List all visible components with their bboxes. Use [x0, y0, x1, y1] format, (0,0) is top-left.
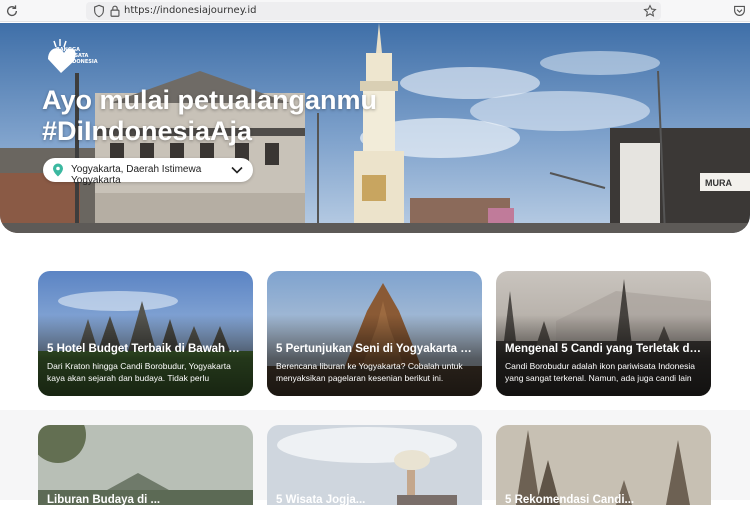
headline-line-1: Ayo mulai petualanganmu [42, 85, 378, 115]
chevron-down-icon [231, 166, 243, 174]
article-card[interactable]: 5 Wisata Jogja... [267, 425, 482, 505]
logo-text: BANGGA BERWISATA #DIINDONESIA [56, 47, 98, 65]
hero-headline: Ayo mulai petualanganmu #DiIndonesiaAja [42, 85, 377, 147]
headline-line-2: #DiIndonesiaAja [42, 116, 253, 146]
article-card[interactable]: 5 Hotel Budget Terbaik di Bawah 6... Dar… [38, 271, 253, 396]
card-image [38, 425, 253, 505]
hero-banner: MURA BANGGA BERWISATA #DIINDONESIA Ayo m… [0, 23, 750, 233]
card-description: Dari Kraton hingga Candi Borobudur, Yogy… [47, 361, 231, 383]
shield-icon[interactable] [92, 4, 106, 18]
article-card[interactable]: Liburan Budaya di ... [38, 425, 253, 505]
location-pin-icon [53, 163, 63, 177]
card-title[interactable]: 5 Pertunjukan Seni di Yogyakarta y... [276, 343, 473, 355]
location-label: Yogyakarta, Daerah Istimewa Yogyakarta [71, 164, 202, 186]
article-card[interactable]: 5 Rekomendasi Candi... [496, 425, 711, 505]
browser-toolbar: https://indonesiajourney.id [0, 0, 750, 22]
pocket-icon[interactable] [733, 4, 746, 17]
article-card[interactable]: Mengenal 5 Candi yang Terletak di ... Ca… [496, 271, 711, 396]
address-bar[interactable]: https://indonesiajourney.id [86, 2, 661, 20]
card-image [496, 425, 711, 505]
card-title[interactable]: Mengenal 5 Candi yang Terletak di ... [505, 343, 702, 355]
card-description: Candi Borobudur adalah ikon pariwisata I… [505, 361, 695, 383]
reload-icon[interactable] [5, 4, 19, 18]
lock-icon[interactable] [108, 4, 122, 18]
card-image [267, 425, 482, 505]
article-card[interactable]: 5 Pertunjukan Seni di Yogyakarta y... Be… [267, 271, 482, 396]
location-selector[interactable]: Yogyakarta, Daerah Istimewa Yogyakarta [43, 158, 253, 186]
card-title[interactable]: 5 Hotel Budget Terbaik di Bawah 6... [47, 343, 244, 355]
shop-sign: MURA [705, 178, 732, 188]
card-description: Berencana liburan ke Yogyakarta? Cobalah… [276, 361, 463, 383]
bookmark-star-icon[interactable] [643, 4, 657, 18]
url-text[interactable]: https://indonesiajourney.id [124, 5, 257, 16]
